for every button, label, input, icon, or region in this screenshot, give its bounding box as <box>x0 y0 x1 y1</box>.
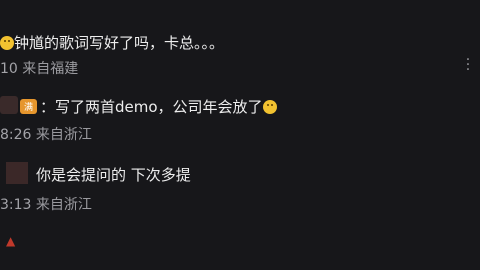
comment-3-meta: 3:13 来自浙江 <box>0 194 92 214</box>
comment-1-meta: 10 来自福建 <box>0 58 78 78</box>
comment-1-time: 10 <box>0 61 18 77</box>
comment-2-text: ：写了两首demo，公司年会放了 <box>40 98 263 116</box>
comment-3-text: 你是会提问的 下次多提 <box>36 166 191 184</box>
comment-2-time: 8:26 <box>0 127 32 143</box>
comment-2-location: 来自浙江 <box>35 127 92 143</box>
avatar[interactable] <box>0 96 18 114</box>
comment-2-meta: 8:26 来自浙江 <box>0 124 92 144</box>
more-vertical-icon[interactable]: · · · <box>462 53 474 77</box>
heart-icon[interactable]: ▲ <box>6 234 18 248</box>
fan-badge: 满 <box>20 99 38 114</box>
comment-2-text-line: 满：写了两首demo，公司年会放了 <box>20 96 277 117</box>
comment-1-text: 钟馗的歌词写好了吗，卡总。。。 <box>14 34 225 52</box>
smile-emoji-icon <box>262 100 277 114</box>
smile-emoji-icon <box>0 36 14 50</box>
comment-1-location: 来自福建 <box>22 61 79 77</box>
avatar[interactable] <box>6 162 28 184</box>
comment-3-location: 来自浙江 <box>35 197 92 213</box>
comment-3-time: 3:13 <box>0 197 32 213</box>
comment-1-text-line: 钟馗的歌词写好了吗，卡总。。。 <box>0 32 224 53</box>
